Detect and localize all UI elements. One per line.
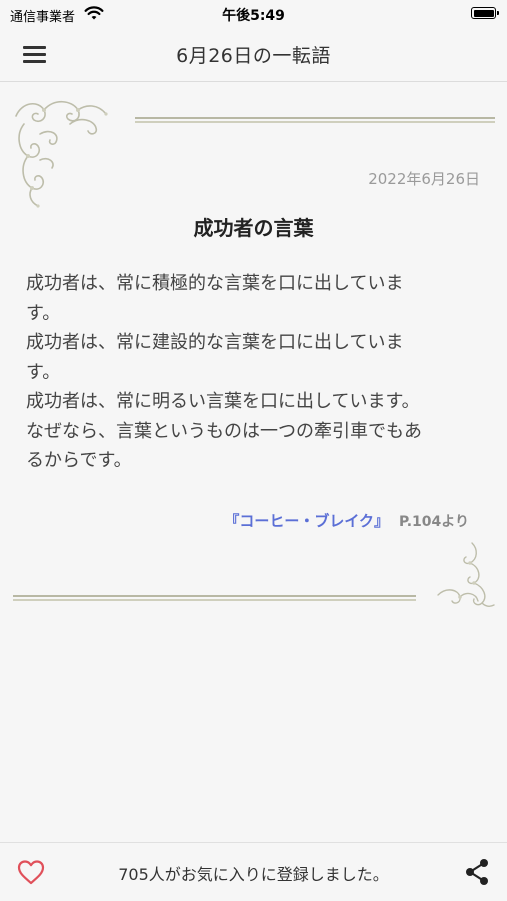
- bottom-divider: [13, 595, 416, 601]
- status-bar: 通信事業者 午後5:49: [0, 0, 507, 28]
- quote-card: 2022年6月26日 成功者の言葉 成功者は、常に積極的な言葉を口に出していま …: [0, 82, 507, 842]
- corner-ornament-icon: [15, 100, 108, 208]
- quote-source: 『コーヒー・ブレイク』 P.104より: [224, 510, 469, 531]
- corner-ornament-bottom-icon: [437, 542, 495, 608]
- page-title: 6月26日の一転語: [176, 45, 331, 67]
- share-icon[interactable]: [463, 857, 491, 887]
- bottom-bar: 705人がお気に入りに登録しました。: [0, 842, 507, 901]
- nav-bar: 6月26日の一転語: [0, 28, 507, 82]
- top-divider: [135, 117, 495, 123]
- status-time: 午後5:49: [222, 8, 285, 24]
- source-book-link[interactable]: 『コーヒー・ブレイク』: [224, 512, 389, 530]
- source-page: P.104より: [399, 514, 469, 530]
- quote-body: 成功者は、常に積極的な言葉を口に出していま す。 成功者は、常に建設的な言葉を口…: [26, 273, 422, 471]
- quote-title: 成功者の言葉: [193, 216, 314, 240]
- battery-icon: [471, 7, 499, 19]
- quote-date: 2022年6月26日: [368, 170, 480, 188]
- favorites-count-text: 705人がお気に入りに登録しました。: [118, 865, 389, 884]
